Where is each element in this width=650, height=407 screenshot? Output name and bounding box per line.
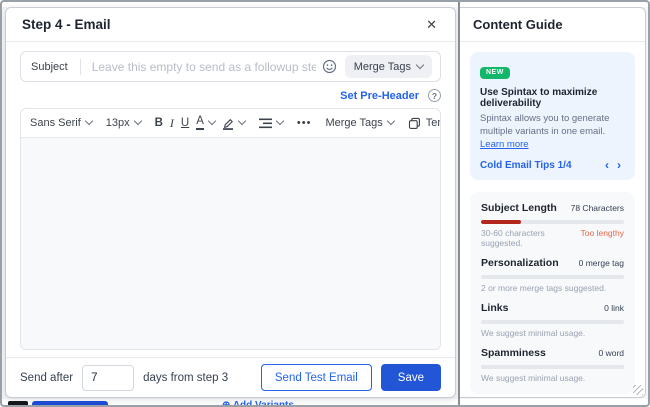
- background-page-bottom: ⊕ Add Variants: [0, 399, 650, 407]
- chevron-right-icon[interactable]: ›: [613, 159, 625, 171]
- body-merge-tags-button[interactable]: Merge Tags: [325, 116, 395, 129]
- metric-value: 0 merge tag: [578, 258, 624, 269]
- metric-value: 78 Characters: [570, 203, 624, 214]
- alignment-button[interactable]: [258, 116, 285, 129]
- new-badge: NEW: [480, 66, 510, 79]
- background-chip: [8, 401, 28, 407]
- metric-hint: We suggest minimal usage.: [481, 373, 586, 384]
- email-step-modal: Step 4 - Email ✕ Subject Leave this empt…: [5, 7, 456, 398]
- metric-hint: 30-60 characters suggested.: [481, 228, 545, 249]
- emoji-picker-button[interactable]: [322, 59, 337, 74]
- delay-suffix-label: days from step 3: [143, 371, 229, 384]
- underline-button[interactable]: U: [181, 117, 189, 129]
- modal-header: Step 4 - Email ✕: [6, 8, 455, 42]
- content-guide-panel: Content Guide NEW Use Spintax to maximiz…: [460, 7, 646, 398]
- chevron-left-icon[interactable]: ‹: [601, 159, 613, 171]
- help-icon[interactable]: ?: [428, 89, 441, 102]
- chevron-down-icon: [237, 116, 247, 126]
- add-variants-label: Add Variants: [232, 400, 294, 407]
- font-family-value: Sans Serif: [30, 117, 81, 129]
- template-icon: [408, 117, 420, 129]
- delay-days-input[interactable]: [82, 364, 135, 391]
- chevron-down-icon: [84, 116, 93, 126]
- metric-name: Spamminess: [481, 347, 546, 360]
- send-test-email-button[interactable]: Send Test Email: [260, 364, 372, 391]
- font-size-value: 13px: [105, 117, 130, 129]
- tip-body-text: Spintax allows you to generate multiple …: [480, 113, 610, 137]
- content-metrics-card: Subject Length 78 Characters 30-60 chara…: [470, 192, 635, 395]
- merge-tags-label: Merge Tags: [353, 60, 411, 73]
- divider: [79, 58, 81, 75]
- preheader-row: Set Pre-Header ?: [340, 88, 441, 103]
- progress-track: [481, 275, 624, 280]
- content-guide-body: NEW Use Spintax to maximize deliverabili…: [460, 42, 645, 397]
- highlight-color-button[interactable]: [222, 116, 247, 130]
- italic-button[interactable]: I: [170, 116, 174, 131]
- metric-value: 0 word: [598, 348, 624, 359]
- more-options-button[interactable]: •••: [297, 117, 312, 129]
- screen: Email Vendor Selection on Guidelines... …: [0, 0, 650, 407]
- template-label: Template: [425, 117, 440, 129]
- metric-name: Links: [481, 302, 509, 315]
- template-button[interactable]: Template: [408, 117, 440, 130]
- panel-resize-handle[interactable]: [633, 385, 643, 395]
- plus-icon: ⊕: [222, 400, 231, 407]
- metric-value: 0 link: [604, 303, 624, 314]
- font-size-select[interactable]: 13px: [105, 116, 142, 129]
- chevron-down-icon: [133, 116, 142, 126]
- background-step-chip: [32, 401, 108, 407]
- email-body-textarea[interactable]: [21, 138, 440, 349]
- text-color-button[interactable]: A: [196, 115, 217, 131]
- chevron-down-icon: [275, 116, 285, 126]
- progress-track: [481, 320, 624, 325]
- metric-hint: We suggest minimal usage.: [481, 328, 586, 339]
- subject-merge-tags-button[interactable]: Merge Tags: [344, 55, 432, 78]
- learn-more-link[interactable]: Learn more: [480, 139, 529, 150]
- save-button[interactable]: Save: [380, 364, 441, 391]
- progress-fill: [481, 220, 522, 225]
- close-icon[interactable]: ✕: [424, 16, 439, 33]
- metric-personalization: Personalization 0 merge tag 2 or more me…: [481, 257, 624, 293]
- modal-title: Step 4 - Email: [22, 17, 111, 32]
- spintax-tip-card: NEW Use Spintax to maximize deliverabili…: [470, 52, 635, 181]
- tip-body: Spintax allows you to generate multiple …: [480, 113, 625, 151]
- highlighter-icon: [222, 118, 233, 130]
- add-variants-button[interactable]: ⊕ Add Variants: [222, 400, 294, 407]
- metric-links: Links 0 link We suggest minimal usage.: [481, 302, 624, 338]
- subject-placeholder: Leave this empty to send as a followup s…: [91, 59, 316, 74]
- metric-subject-length: Subject Length 78 Characters 30-60 chara…: [481, 202, 624, 248]
- chevron-down-icon: [415, 60, 425, 69]
- chevron-down-icon: [207, 116, 217, 126]
- metric-name: Subject Length: [481, 202, 557, 215]
- subject-label: Subject: [31, 60, 68, 73]
- chevron-down-icon: [386, 116, 395, 126]
- send-after-label: Send after: [20, 371, 74, 384]
- align-text-icon: [258, 118, 272, 128]
- progress-track: [481, 220, 624, 225]
- panel-divider: [458, 0, 460, 407]
- metric-spamminess: Spamminess 0 word We suggest minimal usa…: [481, 347, 624, 383]
- bold-button[interactable]: B: [155, 117, 163, 129]
- background-campaign-title: Email Vendor Selection on Guidelines...: [148, 0, 336, 5]
- tip-footer: Cold Email Tips 1/4 ‹ ›: [480, 159, 625, 171]
- background-page-top: Email Vendor Selection on Guidelines...: [0, 0, 650, 7]
- metric-status: Too lengthy: [580, 228, 624, 239]
- subject-row: Subject Leave this empty to send as a fo…: [20, 51, 441, 82]
- subject-input[interactable]: Leave this empty to send as a followup s…: [91, 52, 316, 81]
- metric-hint: 2 or more merge tags suggested.: [481, 283, 607, 294]
- metric-name: Personalization: [481, 257, 559, 270]
- content-guide-header: Content Guide: [460, 8, 645, 42]
- content-guide-title: Content Guide: [473, 17, 563, 32]
- progress-track: [481, 365, 624, 370]
- editor-toolbar: Sans Serif 13px B I U A ••• Merge Tags T…: [21, 109, 440, 138]
- smiley-icon: [322, 59, 336, 74]
- set-pre-header-link[interactable]: Set Pre-Header: [340, 90, 419, 102]
- cold-email-tips-link[interactable]: Cold Email Tips 1/4: [480, 160, 601, 171]
- text-color-glyph: A: [196, 115, 204, 131]
- modal-footer: Send after days from step 3 Send Test Em…: [6, 357, 455, 397]
- tip-heading: Use Spintax to maximize deliverability: [480, 87, 598, 109]
- font-family-select[interactable]: Sans Serif: [30, 116, 93, 129]
- email-body-editor: Sans Serif 13px B I U A ••• Merge Tags T…: [20, 108, 441, 350]
- merge-tags-label: Merge Tags: [325, 117, 383, 129]
